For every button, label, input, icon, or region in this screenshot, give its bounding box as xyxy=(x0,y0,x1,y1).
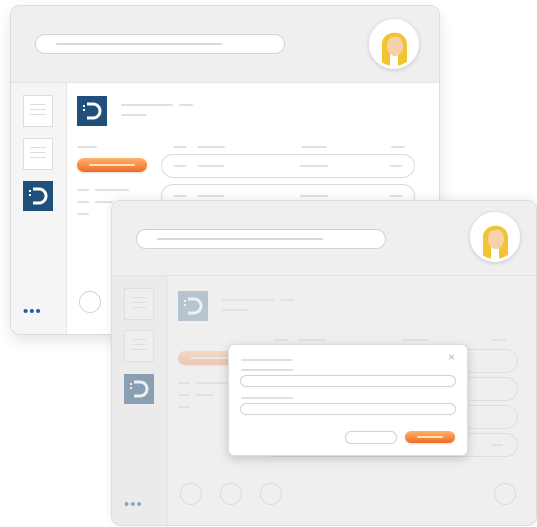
document-icon[interactable] xyxy=(124,288,154,320)
dialog-input-field[interactable] xyxy=(240,403,456,415)
column-header-placeholder xyxy=(274,339,288,341)
side-text-placeholder xyxy=(178,382,190,384)
field-label-placeholder xyxy=(241,369,293,371)
side-text-placeholder xyxy=(178,394,190,396)
more-dots-icon[interactable]: ••• xyxy=(23,304,42,319)
cancel-button[interactable] xyxy=(345,431,397,444)
woman-blonde-avatar-icon xyxy=(473,215,517,259)
side-text-placeholder xyxy=(77,201,89,203)
sidebar: ••• xyxy=(112,276,168,525)
column-header-placeholder xyxy=(197,146,225,148)
pagination-circle[interactable] xyxy=(494,483,516,505)
close-icon[interactable]: × xyxy=(448,350,455,364)
d-logo-icon xyxy=(178,291,208,321)
document-icon[interactable] xyxy=(23,95,53,127)
primary-button[interactable] xyxy=(77,158,147,172)
side-text-placeholder xyxy=(77,213,89,215)
d-logo-icon[interactable] xyxy=(124,374,154,404)
sidebar: ••• xyxy=(11,83,67,334)
title-placeholder xyxy=(222,299,274,301)
user-avatar[interactable] xyxy=(470,212,520,262)
field-label-placeholder xyxy=(241,397,293,399)
app-header xyxy=(11,6,439,83)
title-placeholder xyxy=(280,299,294,301)
column-header-placeholder xyxy=(298,339,326,341)
side-text-placeholder xyxy=(196,394,214,396)
confirm-button[interactable] xyxy=(405,431,455,443)
search-input[interactable] xyxy=(136,229,386,249)
document-icon[interactable] xyxy=(124,330,154,362)
more-dots-icon[interactable]: ••• xyxy=(124,497,143,512)
d-logo-icon xyxy=(77,96,107,126)
search-placeholder-line xyxy=(56,43,222,45)
subtitle-placeholder xyxy=(121,114,147,116)
document-icon[interactable] xyxy=(23,138,53,170)
table-row[interactable] xyxy=(161,154,415,178)
side-text-placeholder xyxy=(95,189,129,191)
title-placeholder xyxy=(121,104,173,106)
pagination-circle[interactable] xyxy=(220,483,242,505)
subtitle-placeholder xyxy=(222,309,248,311)
dialog-title-placeholder xyxy=(241,359,293,361)
dialog-input-field[interactable] xyxy=(240,375,456,387)
column-header-placeholder xyxy=(301,146,327,148)
user-avatar[interactable] xyxy=(369,19,419,69)
woman-blonde-avatar-icon xyxy=(372,22,416,66)
label-placeholder xyxy=(77,146,97,148)
search-input[interactable] xyxy=(35,34,285,54)
search-placeholder-line xyxy=(157,238,323,240)
app-header xyxy=(112,201,536,276)
side-text-placeholder xyxy=(95,201,113,203)
column-header-placeholder xyxy=(402,339,428,341)
pagination-circle[interactable] xyxy=(79,291,101,313)
title-placeholder xyxy=(179,104,193,106)
column-header-placeholder xyxy=(173,146,187,148)
column-header-placeholder xyxy=(391,146,405,148)
column-header-placeholder xyxy=(492,339,506,341)
side-text-placeholder xyxy=(77,189,89,191)
pagination-circle[interactable] xyxy=(260,483,282,505)
foreground-app-window: ••• × xyxy=(111,200,537,526)
modal-dialog: × xyxy=(228,344,468,456)
side-text-placeholder xyxy=(178,406,190,408)
d-logo-icon[interactable] xyxy=(23,181,53,211)
side-text-placeholder xyxy=(196,382,230,384)
pagination-circle[interactable] xyxy=(180,483,202,505)
